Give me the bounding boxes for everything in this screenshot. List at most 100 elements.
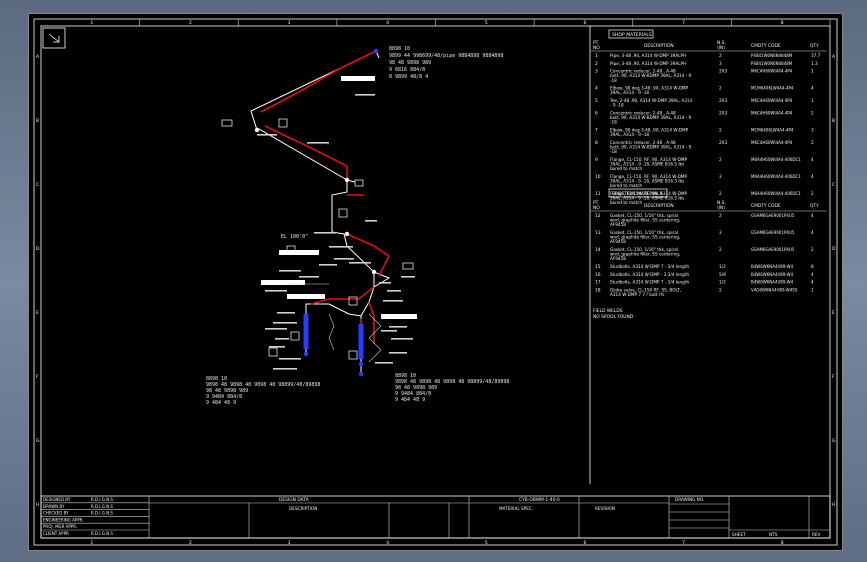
svg-text:8 9899 48/8 4: 8 9899 48/8 4 bbox=[389, 74, 428, 80]
grid-number: 6 bbox=[583, 20, 586, 26]
grid-number: 7 bbox=[682, 540, 685, 546]
route-tag-mark bbox=[365, 220, 377, 222]
svg-text:9 6816 884/8: 9 6816 884/8 bbox=[389, 67, 425, 73]
row-desc: -18 bbox=[610, 78, 617, 83]
grid-number: 7 bbox=[682, 20, 685, 26]
north-arrow-icon bbox=[42, 27, 66, 49]
row-pt: 15 bbox=[595, 264, 601, 270]
row-pt: 1 bbox=[595, 53, 598, 59]
grid-number: 8 bbox=[781, 540, 784, 546]
svg-text:8898 10: 8898 10 bbox=[389, 46, 410, 52]
row-code: MCM6406LW4A4-4P4 bbox=[751, 86, 794, 91]
row-pt: 9 bbox=[595, 157, 598, 163]
svg-text:CMDTY CODE: CMDTY CODE bbox=[751, 43, 781, 49]
row-code: M6C4H60WI4A4-4P4 bbox=[751, 98, 793, 103]
row-qty: 37.7 bbox=[811, 53, 821, 58]
route-tag-mark bbox=[269, 346, 285, 348]
grid-number: 5 bbox=[485, 20, 488, 26]
route-tag-mark bbox=[307, 142, 329, 144]
table-row: 12 Gasket, CL-150, 1/16" thk, spiralwnd, … bbox=[595, 213, 814, 227]
svg-text:DESCRIPTION: DESCRIPTION bbox=[289, 506, 317, 511]
grid-letter: C bbox=[832, 182, 835, 188]
title-block-value: R.D.I.G.N.S bbox=[91, 531, 113, 536]
grid-letter: B bbox=[832, 118, 835, 124]
route-tag-mark bbox=[273, 368, 297, 370]
row-code: GSAM6GAE9001P4U5 bbox=[751, 230, 795, 235]
route-tag-mark bbox=[391, 338, 413, 340]
drawing-sheet: 1122334455667788AABBCCDDEEFFGGHH 8898 10… bbox=[28, 13, 843, 551]
svg-text:CMDTY CODE: CMDTY CODE bbox=[751, 203, 781, 209]
row-code: M6A4H60WI4A4-406DC1 bbox=[751, 174, 801, 179]
table-row: 5 Tee, 2-48 ,90, A314 W-DMP 39AL, A314- 9… bbox=[595, 98, 814, 108]
svg-text:DRAWING NO.: DRAWING NO. bbox=[675, 497, 704, 502]
svg-text:SHEET: SHEET bbox=[732, 532, 746, 537]
row-code: P4841W0N6N4848M bbox=[751, 61, 793, 66]
row-desc: butt, 90, A314 W-BDMP 39AL, A314 - 9 bbox=[610, 73, 692, 78]
grid-number: 1 bbox=[90, 20, 93, 26]
route-tag-mark bbox=[299, 276, 319, 278]
table-row: 1 Pipe, 3-48 ,90, A314 W-DMP 39ALPH 2 P4841… bbox=[595, 53, 821, 59]
row-nd: 2 bbox=[719, 86, 722, 91]
grid-number: 8 bbox=[781, 20, 784, 26]
row-code: P4841W0N6N4848M bbox=[751, 53, 793, 58]
table-row: 4 Elbow, 90 deg 3-48 ,90, A314 W-DMP39AL,… bbox=[595, 86, 814, 96]
row-nd: 3 bbox=[719, 61, 722, 66]
row-nd: 2 bbox=[719, 247, 722, 252]
row-desc: -18 bbox=[610, 149, 617, 154]
row-qty: 4 bbox=[811, 280, 814, 285]
grid-letter: D bbox=[36, 246, 40, 252]
row-nd: 1/2 bbox=[719, 264, 726, 269]
row-desc: Pipe, 3-48 ,90, A314 W-DMP 39ALPH bbox=[610, 53, 686, 58]
row-pt: 12 bbox=[595, 213, 601, 219]
row-pt: 5 bbox=[595, 98, 598, 104]
row-nd: 2 bbox=[719, 127, 722, 132]
svg-text:9 484 48 9: 9 484 48 9 bbox=[206, 400, 236, 406]
row-pt: 4 bbox=[595, 86, 598, 92]
annotation-bottom-left: 8898 10 9898 48 9898 48 9898 48 98899/48… bbox=[206, 376, 320, 406]
row-code: M6C4H60WI4A4-4P4 bbox=[751, 69, 793, 74]
title-block-label: DESIGNED BY bbox=[43, 497, 71, 502]
isometric-drawing: 1122334455667788AABBCCDDEEFFGGHH bbox=[33, 18, 838, 546]
row-pt: 18 bbox=[595, 287, 601, 293]
route-tag-mark bbox=[349, 262, 371, 264]
svg-text:QTY: QTY bbox=[810, 43, 819, 49]
row-desc: butt, 90, A314 W-BDMP 39AL, A314 - 9 bbox=[610, 144, 692, 149]
title-block: DESIGNED BY R.D.I.G.N.S DRAWN BY R.D.I.G.N.… bbox=[40, 495, 831, 539]
route-tag-mark bbox=[381, 330, 397, 332]
grid-number: 6 bbox=[583, 540, 586, 546]
grid-letter: G bbox=[36, 438, 40, 444]
title-block-label: PROJ. MGR APPR. bbox=[43, 524, 77, 529]
row-pt: 3 bbox=[595, 69, 598, 75]
frame-inner bbox=[40, 25, 831, 539]
row-desc: Studbolts, A314 W-DMP - 3 3/4 length bbox=[610, 272, 689, 277]
route-tag-mark bbox=[265, 290, 287, 292]
row-code: M6A4H60WI4A4-406DC1 bbox=[751, 157, 801, 162]
svg-text:SHOP MATERIALS: SHOP MATERIALS bbox=[612, 32, 652, 38]
row-qty: 2 bbox=[811, 191, 814, 196]
grid-letter: C bbox=[36, 182, 39, 188]
row-qty: 4 bbox=[811, 213, 814, 218]
row-nd: 2X3 bbox=[719, 98, 728, 103]
table-row: 6 Concentric reducer, 2-48 , A-48butt, 90… bbox=[595, 110, 814, 124]
svg-text:NO: NO bbox=[593, 205, 600, 211]
row-pt: 11 bbox=[595, 191, 601, 197]
route-tag-mark bbox=[275, 338, 289, 340]
row-nd: 1/2 bbox=[719, 280, 726, 285]
row-qty: 1 bbox=[811, 287, 814, 292]
row-qty: 2 bbox=[811, 110, 814, 115]
row-qty: 3 bbox=[811, 127, 814, 132]
grid-letter: H bbox=[36, 502, 39, 508]
row-qty: 2 bbox=[811, 247, 814, 252]
svg-text:QTY: QTY bbox=[810, 203, 819, 209]
route-tag-mark bbox=[387, 290, 401, 292]
route-tag-mark bbox=[279, 358, 301, 360]
table-row: 16 Studbolts, A314 W-DMP - 3 3/4 length 5/… bbox=[595, 272, 814, 278]
grid-letter: F bbox=[832, 374, 835, 380]
table-row: 7 Elbow, 90 deg 3-48 ,90, A314 W-DMP39AL,… bbox=[595, 127, 814, 137]
row-desc: AF9458 bbox=[610, 256, 626, 261]
shop-materials-table: SHOP MATERIALS PT NO DESCRIPTION N.S. (I… bbox=[591, 29, 827, 205]
row-nd: 3 bbox=[719, 174, 722, 179]
row-desc: AF9458 bbox=[610, 239, 626, 244]
grid-letter: A bbox=[36, 54, 40, 60]
grid-number: 4 bbox=[386, 20, 389, 26]
